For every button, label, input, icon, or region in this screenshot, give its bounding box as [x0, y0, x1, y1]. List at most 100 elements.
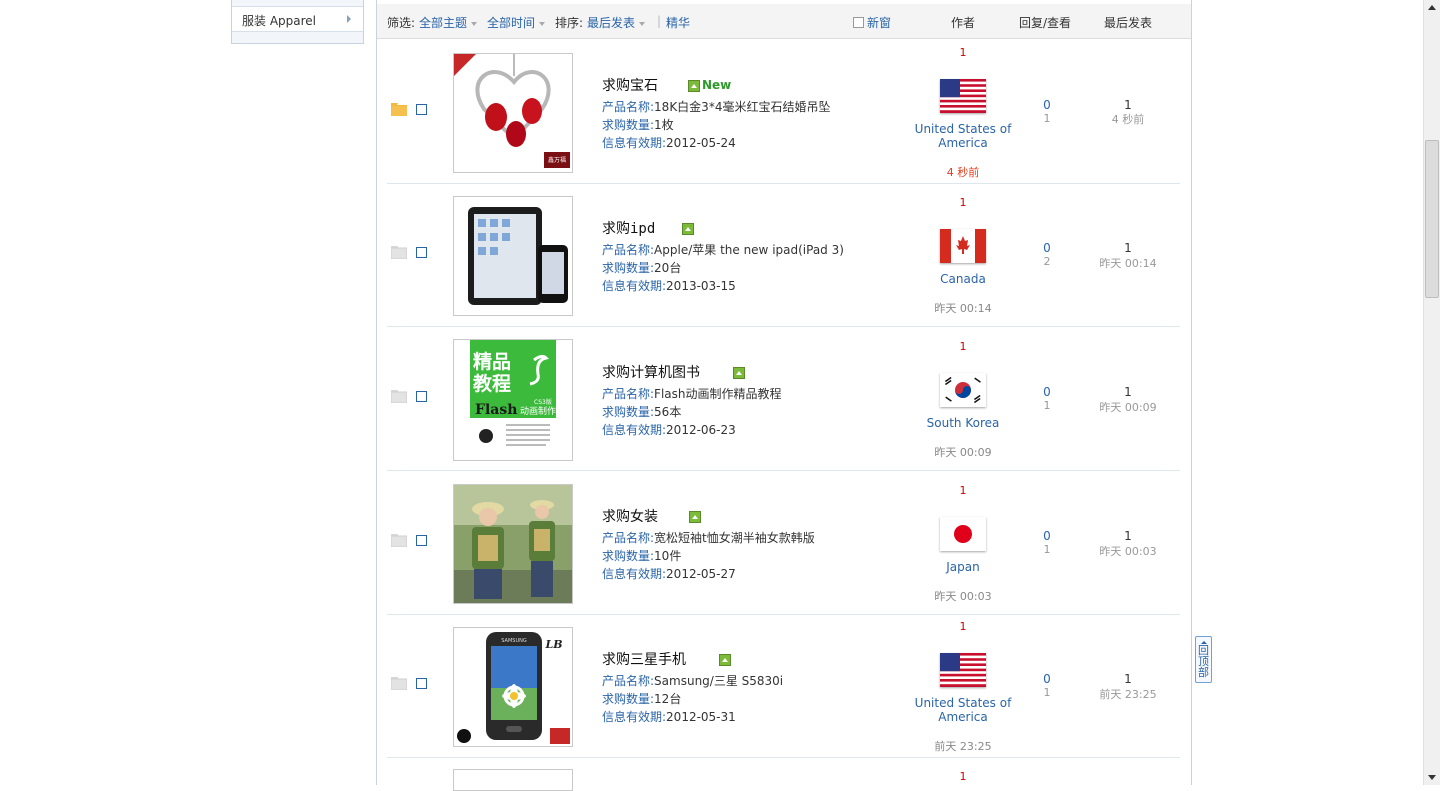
sidebar-item-apparel[interactable]: 服装 Apparel	[232, 6, 363, 32]
author-count: 1	[959, 484, 967, 497]
thread-title[interactable]: 求购宝石	[602, 75, 658, 95]
caret-down-icon	[639, 21, 646, 26]
digest-filter-link[interactable]: 精华	[666, 14, 690, 31]
product-thumbnail[interactable]: 鑫万福	[453, 53, 573, 173]
column-last-post: 最后发表	[1104, 16, 1153, 30]
reply-count[interactable]: 0	[1007, 529, 1087, 543]
author-count: 1	[959, 340, 967, 353]
thread-list-panel: 筛选: 全部主题 全部时间 排序: 最后发表 | 精华 新窗 作者 回复/查看 …	[376, 0, 1192, 791]
chevron-right-icon	[347, 15, 351, 23]
last-post-time[interactable]: 昨天 00:09	[1087, 399, 1169, 415]
quantity-value: 10件	[654, 549, 682, 563]
flag-usa-icon	[940, 79, 986, 113]
valid-key: 信息有效期:	[602, 279, 667, 293]
quantity-key: 求购数量:	[602, 118, 655, 132]
category-sidebar: 服装 Apparel	[231, 0, 364, 44]
last-post-count: 1	[1124, 241, 1132, 255]
product-thumbnail[interactable]: SAMSUNG LB	[453, 627, 573, 747]
author-country-link[interactable]: Japan	[907, 560, 1019, 574]
author-country-link[interactable]: United States of America	[907, 696, 1019, 724]
scroll-down-arrow-icon[interactable]	[1424, 769, 1440, 785]
thumb-brand-text: 鑫万福	[548, 156, 566, 164]
valid-value: 2012-05-31	[666, 710, 736, 724]
valid-key: 信息有效期:	[602, 136, 667, 150]
row-select-checkbox[interactable]	[416, 678, 427, 689]
scroll-up-arrow-icon[interactable]	[1424, 0, 1440, 16]
valid-line: 信息有效期:2012-05-27	[602, 565, 736, 582]
reply-count[interactable]: 0	[1007, 385, 1087, 399]
cover-text-3: Flash	[475, 402, 517, 418]
thread-title[interactable]: 求购三星手机	[602, 649, 686, 669]
quantity-value: 1枚	[654, 118, 674, 132]
sort-value: 最后发表	[587, 16, 636, 30]
product-name-key: 产品名称:	[602, 243, 655, 257]
row-select-checkbox[interactable]	[416, 391, 427, 402]
product-thumbnail[interactable]	[453, 484, 573, 604]
author-country-link[interactable]: United States of America	[907, 122, 1019, 150]
caret-down-icon	[471, 21, 478, 26]
flag-japan-icon	[940, 517, 986, 551]
post-time: 昨天 00:09	[934, 446, 992, 459]
product-name-key: 产品名称:	[602, 674, 655, 688]
product-thumbnail[interactable]: 精品 教程 Flash 动画制作 CS3版	[453, 339, 573, 461]
product-name-value: Flash动画制作精品教程	[654, 387, 782, 401]
filter-topic-label: 全部主题	[419, 16, 468, 30]
thread-title[interactable]: 求购ipd	[602, 218, 655, 238]
view-count: 1	[1043, 543, 1051, 556]
product-name-line: 产品名称:Samsung/三星 S5830i	[602, 672, 783, 689]
folder-icon	[391, 246, 407, 259]
last-post-time[interactable]: 4 秒前	[1087, 111, 1169, 127]
quantity-key: 求购数量:	[602, 261, 655, 275]
flag-canada-icon	[940, 229, 986, 263]
sort-dropdown[interactable]: 最后发表	[587, 14, 646, 31]
view-count: 2	[1043, 255, 1051, 268]
quantity-line: 求购数量:20台	[602, 259, 681, 276]
product-name-value: Apple/苹果 the new ipad(iPad 3)	[654, 243, 844, 257]
last-post-time[interactable]: 前天 23:25	[1087, 686, 1169, 702]
filter-label: 筛选:	[387, 16, 416, 30]
quantity-line: 求购数量:56本	[602, 403, 681, 420]
author-count: 1	[959, 196, 967, 209]
filter-topic-dropdown[interactable]: 全部主题	[419, 14, 478, 31]
quantity-key: 求购数量:	[602, 405, 655, 419]
vertical-scrollbar[interactable]	[1423, 0, 1440, 785]
back-to-top-button[interactable]: 回 顶 部	[1195, 636, 1212, 683]
flag-south-korea-icon	[940, 373, 986, 407]
product-name-line: 产品名称:18K白金3*4毫米红宝石结婚吊坠	[602, 98, 830, 115]
row-select-checkbox[interactable]	[416, 104, 427, 115]
product-name-key: 产品名称:	[602, 100, 655, 114]
filter-time-dropdown[interactable]: 全部时间	[487, 14, 546, 31]
product-thumbnail[interactable]	[453, 769, 573, 791]
last-post-count: 1	[1124, 529, 1132, 543]
reply-count[interactable]: 0	[1007, 241, 1087, 255]
row-select-checkbox[interactable]	[416, 247, 427, 258]
author-country-link[interactable]: South Korea	[907, 416, 1019, 430]
valid-value: 2012-05-27	[666, 567, 736, 581]
quantity-value: 20台	[654, 261, 682, 275]
quantity-line: 求购数量:12台	[602, 690, 681, 707]
scrollbar-thumb[interactable]	[1425, 140, 1439, 298]
last-post-count: 1	[1124, 385, 1132, 399]
valid-line: 信息有效期:2012-05-31	[602, 708, 736, 725]
column-author: 作者	[951, 16, 976, 30]
author-country-link[interactable]: Canada	[907, 272, 1019, 286]
last-post-time[interactable]: 昨天 00:03	[1087, 543, 1169, 559]
thread-row: 求购ipd 产品名称:Apple/苹果 the new ipad(iPad 3)…	[387, 183, 1180, 327]
new-window-label: 新窗	[867, 16, 892, 30]
cover-text-5: CS3版	[534, 398, 552, 406]
new-window-checkbox[interactable]	[853, 17, 864, 28]
column-replies-views: 回复/查看	[1019, 16, 1072, 30]
thread-title[interactable]: 求购计算机图书	[602, 362, 700, 382]
new-window-toggle[interactable]: 新窗	[853, 14, 891, 31]
product-thumbnail[interactable]	[453, 196, 573, 316]
quantity-value: 12台	[654, 692, 682, 706]
last-post-time[interactable]: 昨天 00:14	[1087, 255, 1169, 271]
row-select-checkbox[interactable]	[416, 535, 427, 546]
thread-title[interactable]: 求购女装	[602, 506, 658, 526]
valid-line: 信息有效期:2013-03-15	[602, 277, 736, 294]
reply-count[interactable]: 0	[1007, 672, 1087, 686]
valid-line: 信息有效期:2012-06-23	[602, 421, 736, 438]
post-time: 4 秒前	[946, 166, 980, 179]
reply-count[interactable]: 0	[1007, 98, 1087, 112]
product-name-key: 产品名称:	[602, 387, 655, 401]
